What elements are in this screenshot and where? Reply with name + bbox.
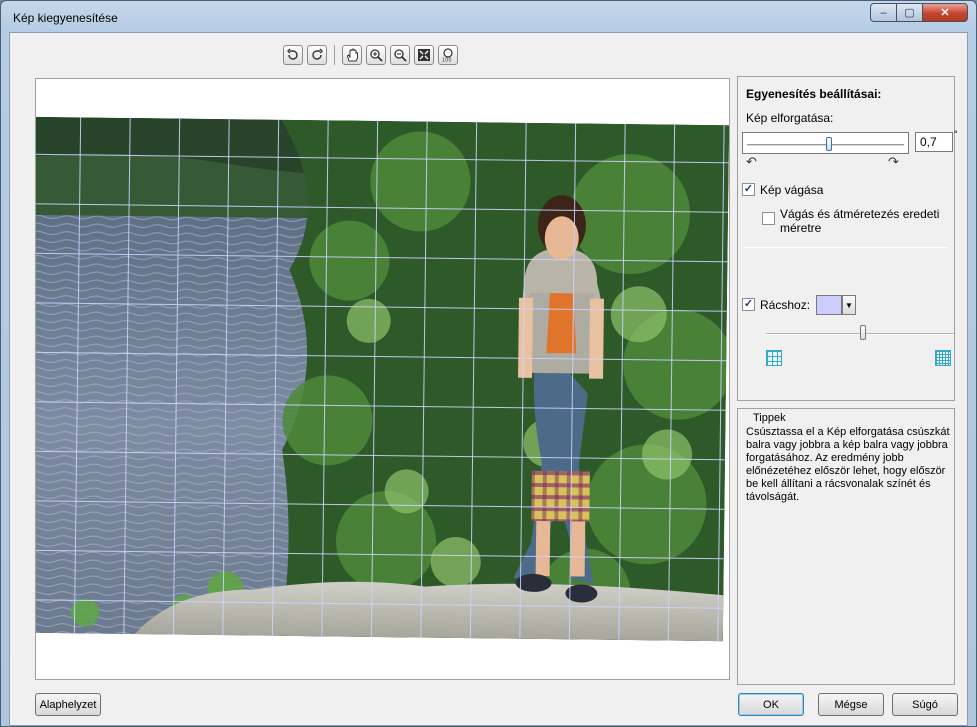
title-bar[interactable]: Kép kiegyenesítése – ▢ ✕ bbox=[1, 1, 976, 31]
rotate-slider[interactable] bbox=[742, 132, 909, 154]
actual-size-icon[interactable]: 100 bbox=[438, 45, 458, 65]
settings-panel: Egyenesítés beállításai: Kép elforgatása… bbox=[737, 76, 958, 401]
chevron-down-icon[interactable]: ▼ bbox=[842, 295, 856, 315]
maximize-button[interactable]: ▢ bbox=[896, 3, 923, 22]
settings-heading: Egyenesítés beállításai: bbox=[746, 87, 882, 101]
dialog-window: Kép kiegyenesítése – ▢ ✕ 100 Egyenesítés… bbox=[0, 0, 977, 727]
minimize-button[interactable]: – bbox=[870, 3, 897, 22]
image-preview[interactable] bbox=[35, 78, 730, 680]
svg-text:100: 100 bbox=[442, 58, 452, 63]
grid-checkbox[interactable]: ✓ bbox=[742, 298, 755, 311]
crop-checkbox[interactable]: ✓ bbox=[742, 183, 755, 196]
settings-separator bbox=[744, 247, 948, 248]
grid-spacing-slider-thumb[interactable] bbox=[860, 325, 866, 340]
resize-label[interactable]: Vágás és átméretezés eredeti méretre bbox=[780, 207, 950, 235]
tips-text: Csúsztassa el a Kép elforgatása csúszkát… bbox=[746, 426, 950, 503]
degree-unit: ° bbox=[954, 129, 958, 139]
rotate-right-icon[interactable] bbox=[307, 45, 327, 65]
resize-checkbox[interactable] bbox=[762, 212, 775, 225]
tips-panel: Tippek Csúsztassa el a Kép elforgatása c… bbox=[737, 408, 955, 685]
grid-color-swatch[interactable] bbox=[816, 295, 842, 315]
zoom-fit-icon[interactable] bbox=[414, 45, 434, 65]
zoom-in-icon[interactable] bbox=[366, 45, 386, 65]
help-button[interactable]: Súgó bbox=[892, 693, 958, 716]
small-grid-icon bbox=[766, 350, 782, 366]
photo bbox=[36, 116, 729, 642]
rotate-ccw-icon: ↶ bbox=[746, 154, 757, 169]
close-button[interactable]: ✕ bbox=[922, 3, 968, 22]
tips-title: Tippek bbox=[751, 412, 788, 424]
zoom-out-icon[interactable] bbox=[390, 45, 410, 65]
rotate-slider-thumb[interactable] bbox=[825, 137, 832, 151]
hand-icon[interactable] bbox=[342, 45, 362, 65]
rotate-left-icon[interactable] bbox=[283, 45, 303, 65]
rotate-cw-icon: ↷ bbox=[888, 154, 899, 169]
grid-label[interactable]: Rácshoz: bbox=[760, 298, 810, 312]
window-title: Kép kiegyenesítése bbox=[13, 11, 118, 25]
alignment-grid bbox=[36, 116, 729, 642]
reset-button[interactable]: Alaphelyzet bbox=[35, 693, 101, 716]
rotate-value-input[interactable]: 0,7 bbox=[915, 132, 953, 152]
dense-grid-icon bbox=[935, 350, 951, 366]
crop-label[interactable]: Kép vágása bbox=[760, 183, 823, 197]
window-controls: – ▢ ✕ bbox=[870, 3, 968, 22]
cancel-button[interactable]: Mégse bbox=[818, 693, 884, 716]
toolbar-separator bbox=[334, 45, 335, 65]
preview-toolbar: 100 bbox=[283, 45, 458, 65]
rotate-label: Kép elforgatása: bbox=[746, 111, 834, 125]
dialog-client-area: 100 Egyenesítés beállításai: Kép elforga… bbox=[9, 32, 968, 726]
ok-button[interactable]: OK bbox=[738, 693, 804, 716]
